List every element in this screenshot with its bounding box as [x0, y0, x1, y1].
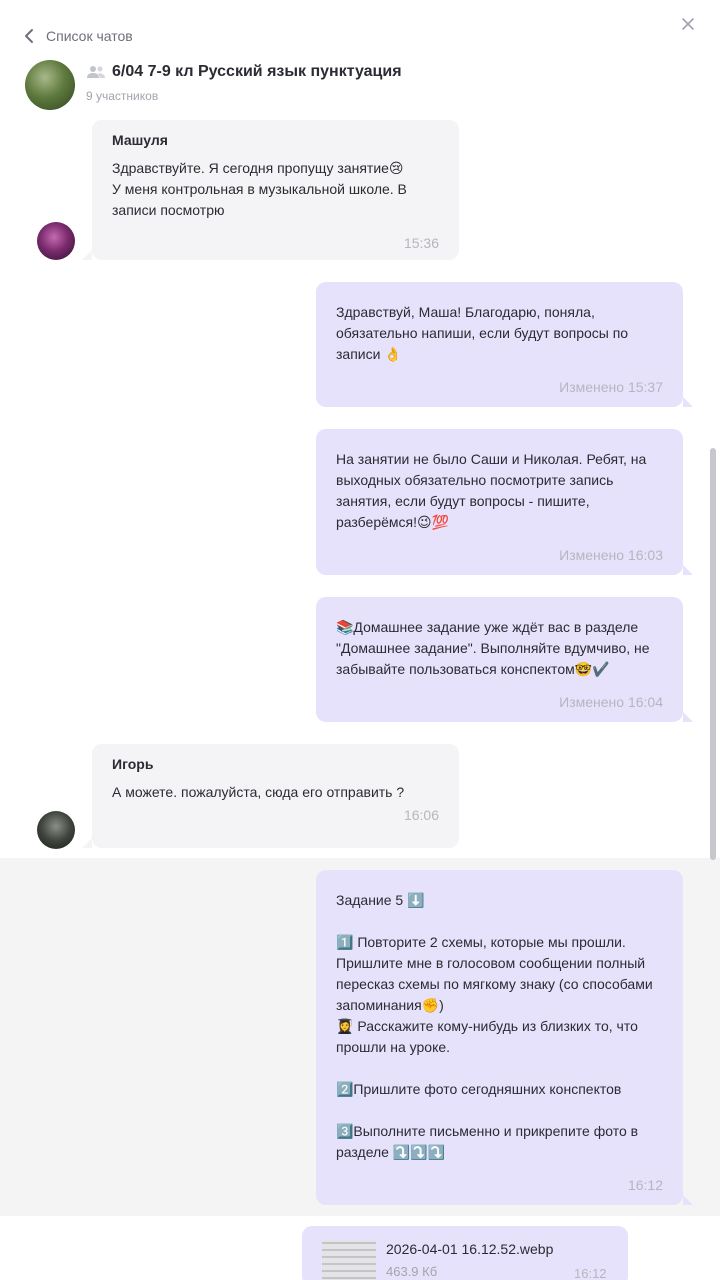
message-incoming[interactable]: Игорь А можете. пожалуйста, сюда его отп… — [82, 744, 459, 848]
message-text: А можете. пожалуйста, сюда его отправить… — [112, 784, 405, 800]
close-button[interactable] — [676, 12, 700, 36]
chat-title-text: 6/04 7-9 кл Русский язык пунктуация — [112, 63, 402, 80]
chat-avatar[interactable] — [25, 60, 75, 110]
message-time: Изменено 15:37 — [559, 379, 663, 395]
file-name: 2026-04-01 16.12.52.webp — [386, 1241, 554, 1257]
message-time: 16:06 — [403, 807, 439, 823]
message-time: 15:36 — [403, 235, 439, 251]
message-outgoing[interactable]: 📚Домашнее задание уже ждёт вас в разделе… — [316, 597, 693, 722]
back-label: Список чатов — [46, 28, 133, 44]
avatar[interactable] — [37, 811, 75, 849]
message-text: Здравствуйте. Я сегодня пропущу занятие😢… — [112, 160, 407, 218]
scrollbar[interactable] — [710, 448, 716, 860]
message-sender: Игорь — [112, 756, 154, 772]
message-text: Задание 5 ⬇️ 1️⃣ Повторите 2 схемы, кото… — [336, 892, 653, 1160]
message-text: 📚Домашнее задание уже ждёт вас в разделе… — [336, 619, 650, 677]
message-time: 16:12 — [627, 1177, 663, 1193]
close-icon — [682, 18, 694, 30]
message-outgoing[interactable]: Задание 5 ⬇️ 1️⃣ Повторите 2 схемы, кото… — [316, 870, 693, 1205]
message-incoming[interactable]: Машуля Здравствуйте. Я сегодня пропущу з… — [82, 120, 459, 260]
avatar[interactable] — [37, 222, 75, 260]
message-time: Изменено 16:03 — [559, 547, 663, 563]
participants-count[interactable]: 9 участников — [86, 89, 158, 103]
chat-title: 6/04 7-9 кл Русский язык пунктуация — [86, 63, 402, 81]
back-to-chat-list-button[interactable]: Список чатов — [20, 24, 133, 48]
message-outgoing[interactable]: На занятии не было Саши и Николая. Ребят… — [316, 429, 693, 575]
chevron-left-icon — [25, 29, 33, 43]
message-outgoing[interactable]: Здравствуй, Маша! Благодарю, поняла, обя… — [316, 282, 693, 407]
message-time: 16:12 — [574, 1266, 607, 1280]
message-sender: Машуля — [112, 132, 168, 148]
message-text: На занятии не было Саши и Николая. Ребят… — [336, 451, 647, 530]
message-time: Изменено 16:04 — [559, 694, 663, 710]
file-size: 463.9 Кб — [386, 1264, 438, 1279]
chat-header: Список чатов 6/04 7-9 кл Русский язык пу… — [0, 0, 720, 120]
group-icon — [87, 66, 105, 78]
message-feed[interactable]: Машуля Здравствуйте. Я сегодня пропущу з… — [0, 120, 720, 1280]
file-thumbnail[interactable] — [322, 1240, 376, 1280]
message-text: Здравствуй, Маша! Благодарю, поняла, обя… — [336, 304, 629, 362]
file-attachment[interactable]: 2026-04-01 16.12.52.webp 463.9 Кб 16:12 — [302, 1226, 628, 1280]
